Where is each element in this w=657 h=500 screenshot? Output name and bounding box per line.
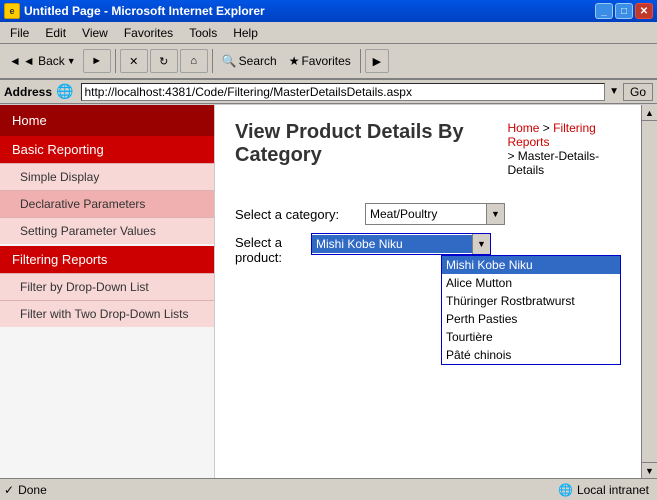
page-title: View Product Details By Category [235, 121, 507, 167]
category-value: Meat/Poultry [366, 205, 486, 223]
search-button[interactable]: 🔍 Search [217, 51, 282, 71]
toolbar-separator-2 [212, 49, 213, 73]
zone-icon: 🌐 [558, 483, 573, 497]
sidebar-item-setting-parameter-values[interactable]: Setting Parameter Values [0, 217, 214, 244]
category-dropdown-arrow[interactable]: ▼ [486, 204, 504, 224]
content-wrapper: Home Basic Reporting Simple Display Decl… [0, 104, 657, 478]
menu-favorites[interactable]: Favorites [116, 24, 181, 42]
toolbar-separator-3 [360, 49, 361, 73]
status-text: Done [18, 483, 554, 497]
refresh-button[interactable]: ↻ [150, 49, 178, 73]
scrollbar-down[interactable]: ▼ [642, 462, 657, 478]
product-option-1[interactable]: Alice Mutton [442, 274, 620, 292]
menu-tools[interactable]: Tools [181, 24, 225, 42]
header-area: View Product Details By Category Home > … [235, 121, 621, 183]
product-row: Select a product: Mishi Kobe Niku ▼ Mish… [235, 233, 621, 365]
category-row: Select a category: Meat/Poultry ▼ [235, 203, 621, 225]
toolbar: ◄ ◄ Back ▼ ► ✕ ↻ ⌂ 🔍 Search ★ Favorites … [0, 44, 657, 80]
address-input[interactable]: http://localhost:4381/Code/Filtering/Mas… [81, 83, 605, 101]
category-select[interactable]: Meat/Poultry ▼ [365, 203, 505, 225]
status-zone: 🌐 Local intranet [558, 483, 649, 497]
addr-go-arrow: ▼ [609, 86, 619, 97]
go-button[interactable]: Go [623, 83, 653, 101]
address-icon: 🌐 [56, 83, 73, 100]
star-icon: ★ [289, 54, 300, 68]
menu-edit[interactable]: Edit [37, 24, 74, 42]
titlebar: e Untitled Page - Microsoft Internet Exp… [0, 0, 657, 22]
search-icon: 🔍 [222, 54, 237, 68]
sidebar: Home Basic Reporting Simple Display Decl… [0, 105, 215, 478]
maximize-button[interactable]: □ [615, 3, 633, 19]
sidebar-home[interactable]: Home [0, 105, 214, 136]
address-url: http://localhost:4381/Code/Filtering/Mas… [84, 85, 412, 99]
sidebar-item-filter-two-dropdowns[interactable]: Filter with Two Drop-Down Lists [0, 300, 214, 327]
addressbar: Address 🌐 http://localhost:4381/Code/Fil… [0, 80, 657, 104]
close-button[interactable]: ✕ [635, 3, 653, 19]
forward-button[interactable]: ► [83, 49, 111, 73]
stop-button[interactable]: ✕ [120, 49, 148, 73]
media-button[interactable]: ▶ [365, 49, 389, 73]
breadcrumb-page: Master-Details-Details [507, 149, 599, 177]
sidebar-section-filtering-reports[interactable]: Filtering Reports [0, 246, 214, 273]
menu-file[interactable]: File [2, 24, 37, 42]
scrollbar-up[interactable]: ▲ [642, 105, 657, 121]
window-title: Untitled Page - Microsoft Internet Explo… [24, 4, 265, 18]
address-label: Address [4, 85, 52, 99]
back-dropdown-icon[interactable]: ▼ [67, 56, 76, 66]
scrollbar-track [642, 121, 657, 462]
menu-help[interactable]: Help [225, 24, 266, 42]
favorites-label: Favorites [301, 54, 350, 68]
app-icon: e [4, 3, 20, 19]
breadcrumb: Home > Filtering Reports > Master-Detail… [507, 121, 621, 177]
window-controls[interactable]: _ □ ✕ [595, 3, 653, 19]
product-option-4[interactable]: Tourtière [442, 328, 620, 346]
back-label: ◄ Back [23, 54, 65, 68]
search-label: Search [239, 54, 277, 68]
sidebar-item-simple-display[interactable]: Simple Display [0, 163, 214, 190]
toolbar-separator-1 [115, 49, 116, 73]
product-option-3[interactable]: Perth Pasties [442, 310, 620, 328]
menu-view[interactable]: View [74, 24, 116, 42]
favorites-button[interactable]: ★ Favorites [284, 51, 356, 71]
breadcrumb-sep1: > [543, 121, 553, 135]
product-value: Mishi Kobe Niku [312, 235, 472, 253]
product-option-0[interactable]: Mishi Kobe Niku [442, 256, 620, 274]
product-dropdown-list: Mishi Kobe Niku Alice Mutton Thüringer R… [441, 255, 621, 365]
sidebar-section-basic-reporting[interactable]: Basic Reporting [0, 136, 214, 163]
product-dropdown-arrow[interactable]: ▼ [472, 234, 490, 254]
statusbar: ✓ Done 🌐 Local intranet [0, 478, 657, 500]
product-option-2[interactable]: Thüringer Rostbratwurst [442, 292, 620, 310]
sidebar-item-declarative-parameters[interactable]: Declarative Parameters [0, 190, 214, 217]
sidebar-item-filter-dropdown[interactable]: Filter by Drop-Down List [0, 273, 214, 300]
breadcrumb-home[interactable]: Home [507, 121, 539, 135]
product-label: Select a product: [235, 233, 311, 265]
zone-text: Local intranet [577, 483, 649, 497]
product-select[interactable]: Mishi Kobe Niku ▼ [311, 233, 491, 255]
home-button[interactable]: ⌂ [180, 49, 208, 73]
back-button[interactable]: ◄ ◄ Back ▼ [4, 51, 81, 71]
category-label: Select a category: [235, 207, 365, 222]
menubar: File Edit View Favorites Tools Help [0, 22, 657, 44]
minimize-button[interactable]: _ [595, 3, 613, 19]
product-select-container: Mishi Kobe Niku ▼ Mishi Kobe Niku Alice … [311, 233, 621, 365]
main-content: View Product Details By Category Home > … [215, 105, 641, 478]
status-done-icon: ✓ [4, 483, 14, 497]
breadcrumb-sep2: > [507, 149, 514, 163]
scrollbar[interactable]: ▲ ▼ [641, 105, 657, 478]
product-option-5[interactable]: Pâté chinois [442, 346, 620, 364]
back-arrow-icon: ◄ [9, 54, 21, 68]
